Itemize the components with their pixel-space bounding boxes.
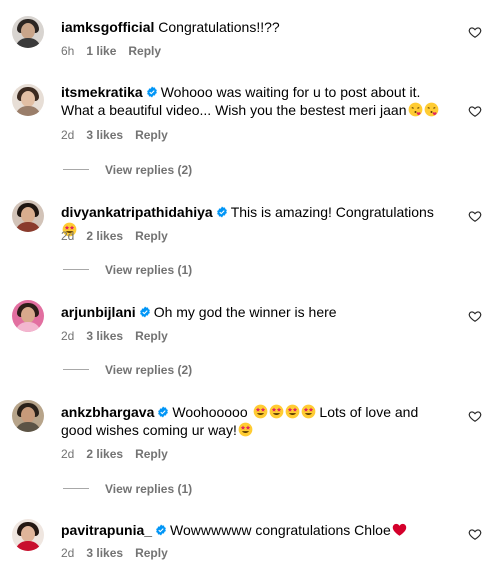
- comment-time: 2d: [61, 546, 75, 560]
- star-struck-icon: [285, 404, 299, 419]
- comment-likes[interactable]: 3 likes: [86, 546, 123, 560]
- comment-likes[interactable]: 3 likes: [86, 329, 123, 343]
- comment-text: ankzbhargava Woohooooo Lots of love and g…: [61, 403, 441, 439]
- comment-username[interactable]: ankzbhargava: [61, 404, 154, 420]
- comment-meta: 2d 3 likes Reply: [61, 546, 180, 560]
- replies-divider: [63, 488, 89, 489]
- star-struck-icon: [301, 404, 315, 419]
- comment-username[interactable]: itsmekratika: [61, 84, 143, 100]
- avatar[interactable]: [12, 84, 44, 116]
- comment-text: itsmekratika Wohooo was waiting for u to …: [61, 83, 441, 119]
- view-replies-button[interactable]: View replies (2): [63, 363, 192, 377]
- comment-likes[interactable]: 1 like: [86, 44, 116, 58]
- replies-divider: [63, 369, 89, 370]
- comment-likes[interactable]: 2 likes: [86, 447, 123, 461]
- heart-icon[interactable]: [468, 527, 482, 541]
- comment-meta: 6h 1 like Reply: [61, 44, 173, 58]
- star-struck-icon: [253, 404, 267, 419]
- comment-likes[interactable]: 2 likes: [86, 229, 123, 243]
- comment-body: Woohooooo: [172, 404, 252, 420]
- comment-time: 2d: [61, 128, 75, 142]
- view-replies-button[interactable]: View replies (1): [63, 482, 192, 496]
- reply-button[interactable]: Reply: [135, 546, 168, 560]
- view-replies-button[interactable]: View replies (2): [63, 163, 192, 177]
- comment-text: iamksgofficial Congratulations!!??: [61, 18, 441, 36]
- verified-badge-icon: [156, 524, 166, 536]
- avatar[interactable]: [12, 300, 44, 332]
- comment-meta: 2d 3 likes Reply: [61, 329, 180, 343]
- replies-divider: [63, 169, 89, 170]
- view-replies-label: View replies (1): [105, 482, 193, 496]
- avatar[interactable]: [12, 519, 44, 551]
- replies-divider: [63, 269, 89, 270]
- heart-icon[interactable]: [468, 104, 482, 118]
- star-struck-icon: [238, 422, 253, 437]
- comment-time: 2d: [61, 447, 75, 461]
- verified-badge-icon: [216, 206, 227, 218]
- comment-likes[interactable]: 3 likes: [86, 128, 123, 142]
- reply-button[interactable]: Reply: [135, 329, 168, 343]
- face-blowing-kiss-icon: [408, 102, 422, 117]
- comment-time: 2d: [61, 229, 75, 243]
- comment-body: Wowwwwww congratulations Chloe: [170, 522, 391, 538]
- avatar[interactable]: [12, 200, 44, 232]
- verified-badge-icon: [158, 406, 169, 418]
- heart-icon[interactable]: [468, 409, 482, 423]
- comment-time: 2d: [61, 329, 75, 343]
- comment-body: Congratulations!!??: [154, 19, 280, 35]
- comment-meta: 2d 2 likes Reply: [61, 229, 180, 243]
- reply-button[interactable]: Reply: [135, 447, 168, 461]
- comment-meta: 2d 2 likes Reply: [61, 447, 180, 461]
- reply-button[interactable]: Reply: [135, 128, 168, 142]
- star-struck-icon: [269, 404, 283, 419]
- comment-meta: 2d 3 likes Reply: [61, 128, 180, 142]
- reply-button[interactable]: Reply: [135, 229, 168, 243]
- comment-body: This is amazing! Congratulations: [230, 204, 434, 220]
- comment-text: pavitrapunia_ Wowwwwww congratulations Ch…: [61, 521, 441, 539]
- verified-badge-icon: [139, 306, 150, 318]
- heart-icon[interactable]: [468, 309, 482, 323]
- heart-icon[interactable]: [468, 209, 482, 223]
- comment-username[interactable]: divyankatripathidahiya: [61, 204, 213, 220]
- view-replies-label: View replies (1): [105, 263, 193, 277]
- verified-badge-icon: [146, 86, 157, 98]
- face-blowing-kiss-icon: [424, 102, 438, 117]
- comment-username[interactable]: iamksgofficial: [61, 19, 154, 35]
- avatar[interactable]: [12, 400, 44, 432]
- view-replies-label: View replies (2): [105, 363, 193, 377]
- comment-text: arjunbijlani Oh my god the winner is here: [61, 303, 441, 321]
- view-replies-label: View replies (2): [105, 163, 193, 177]
- comment-username[interactable]: arjunbijlani: [61, 304, 136, 320]
- avatar[interactable]: [12, 16, 44, 48]
- red-heart-icon: [392, 523, 406, 536]
- reply-button[interactable]: Reply: [128, 44, 161, 58]
- comment-username[interactable]: pavitrapunia_: [61, 522, 152, 538]
- comment-time: 6h: [61, 44, 75, 58]
- view-replies-button[interactable]: View replies (1): [63, 263, 192, 277]
- comment-body: Oh my god the winner is here: [153, 304, 337, 320]
- heart-icon[interactable]: [468, 25, 482, 39]
